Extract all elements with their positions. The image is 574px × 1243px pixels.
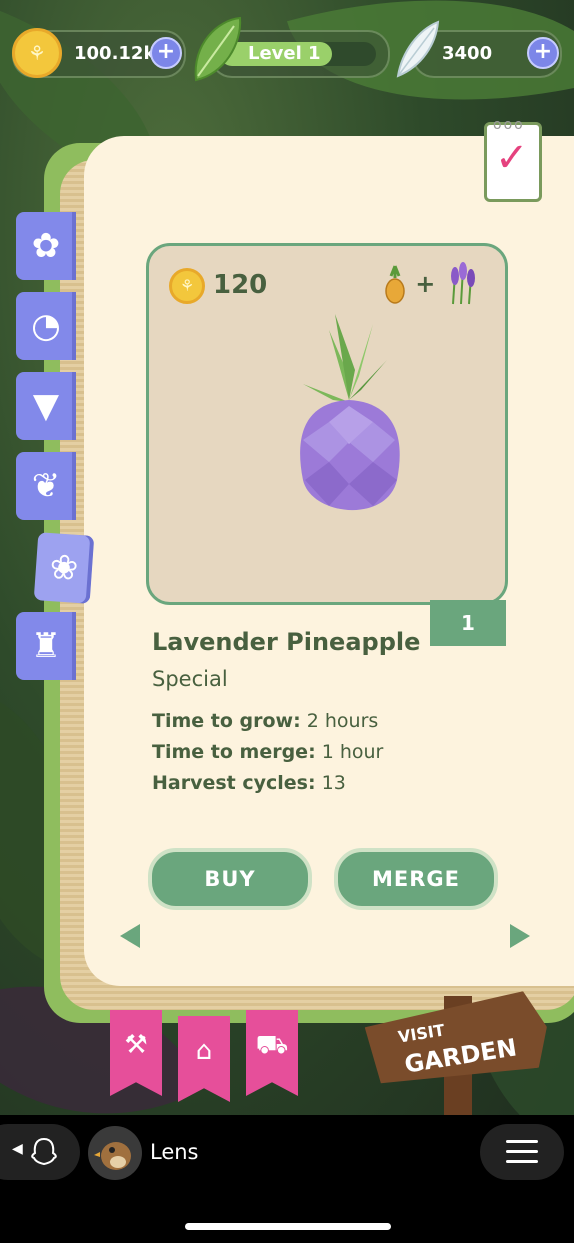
next-item-arrow-icon[interactable]: [510, 924, 530, 948]
notepad-rings-icon: ooo: [493, 117, 525, 133]
stat-harvest: Harvest cycles: 13: [152, 772, 346, 794]
leaf-icon: [194, 16, 242, 82]
herb-icon: ❦: [31, 466, 61, 506]
lens-avatar[interactable]: [88, 1126, 142, 1180]
item-category: Special: [152, 667, 228, 691]
tab-decor[interactable]: ♜: [16, 612, 76, 680]
buy-button[interactable]: BUY: [148, 848, 312, 910]
stat-merge: Time to merge: 1 hour: [152, 741, 383, 763]
snapchat-back-button[interactable]: ◀: [0, 1124, 80, 1180]
lavender-pineapple-illustration: [300, 314, 400, 511]
coin-icon: ⚘: [12, 28, 62, 78]
citrus-slice-icon: ◔: [31, 306, 61, 346]
stat-value: 13: [321, 772, 346, 794]
add-feathers-button[interactable]: +: [527, 37, 559, 69]
coin-amount: 100.12k: [74, 43, 156, 64]
back-caret-icon: ◀: [12, 1141, 23, 1157]
menu-button[interactable]: [480, 1124, 564, 1180]
previous-item-arrow-icon[interactable]: [120, 924, 140, 948]
recipe-plus: +: [415, 270, 436, 298]
flower-icon: ✿: [31, 226, 61, 266]
special-fruit-icon: ❀: [48, 547, 80, 589]
item-price: 120: [213, 270, 268, 300]
lens-name: Lens: [150, 1140, 199, 1164]
checklist-button[interactable]: ooo ✓: [484, 117, 542, 202]
feather-amount: 3400: [442, 43, 493, 64]
level-label: Level 1: [248, 43, 321, 64]
owned-count: 1: [430, 600, 506, 646]
pedestal-icon: ♜: [30, 626, 62, 666]
tab-vegetables[interactable]: ▼: [16, 372, 76, 440]
cart-icon: ⛟: [255, 1030, 289, 1060]
checkmark-icon: ✓: [495, 135, 529, 181]
item-name: Lavender Pineapple: [152, 628, 421, 656]
ghost-icon: [31, 1137, 57, 1166]
tab-herbs[interactable]: ❦: [16, 452, 76, 520]
feather-icon: [396, 20, 440, 78]
lavender-icon: [451, 262, 475, 305]
stat-label: Harvest cycles:: [152, 772, 316, 794]
shop-icon: ⌂: [195, 1036, 213, 1066]
carrot-icon: ▼: [32, 386, 60, 426]
merge-recipe: +: [382, 262, 477, 306]
tab-flowers[interactable]: ✿: [16, 212, 76, 280]
shovel-icon: ⚒: [124, 1030, 148, 1060]
price-coin-icon: ⚘: [169, 268, 205, 304]
hamburger-icon: [506, 1140, 538, 1163]
stat-label: Time to merge:: [152, 741, 316, 763]
item-card: ⚘ 120 +: [146, 243, 508, 605]
bird-avatar-icon: [94, 1142, 131, 1170]
tab-fruits[interactable]: ◔: [16, 292, 76, 360]
pineapple-icon: [384, 265, 405, 304]
stat-grow: Time to grow: 2 hours: [152, 710, 378, 732]
home-indicator[interactable]: [185, 1223, 391, 1230]
add-coins-button[interactable]: +: [150, 37, 182, 69]
tab-special[interactable]: ❀: [33, 532, 95, 604]
stat-label: Time to grow:: [152, 710, 301, 732]
stat-value: 1 hour: [321, 741, 384, 763]
stat-value: 2 hours: [306, 710, 379, 732]
merge-button[interactable]: MERGE: [334, 848, 498, 910]
